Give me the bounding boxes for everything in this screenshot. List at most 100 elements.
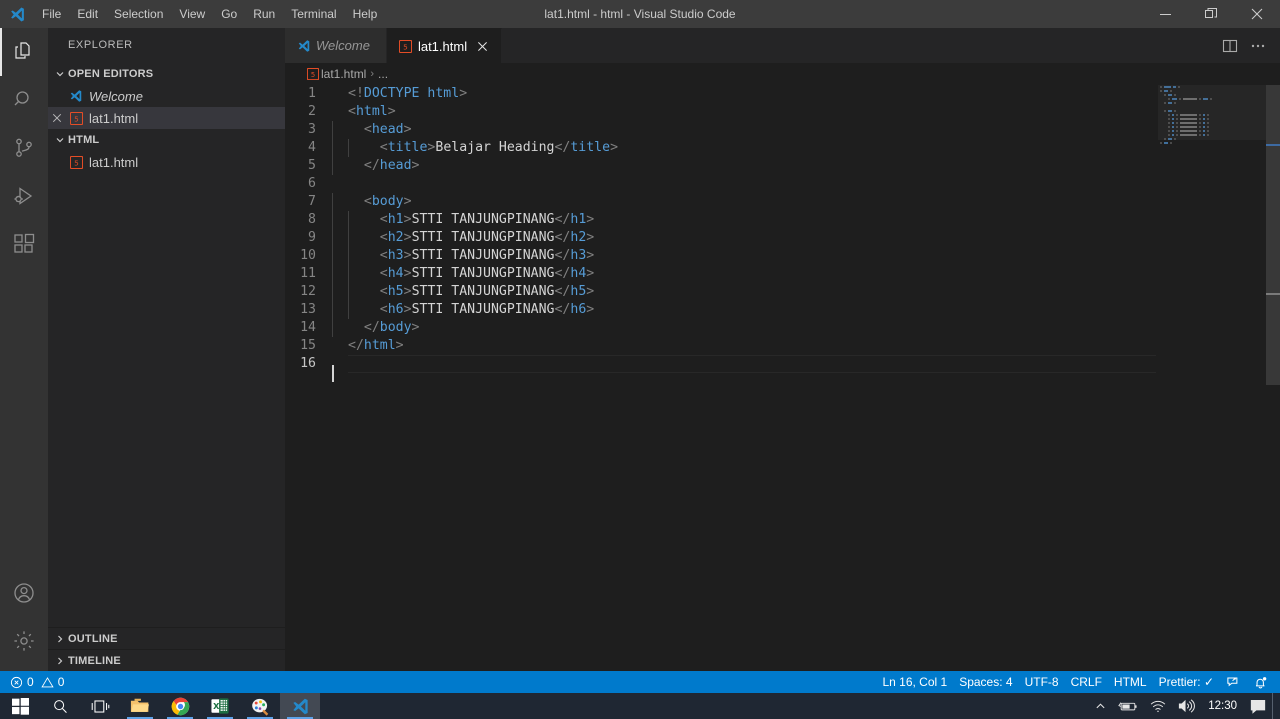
activity-search-icon[interactable] — [0, 76, 48, 124]
line-content[interactable]: <body> — [332, 193, 412, 211]
breadcrumb-file[interactable]: lat1.html — [321, 67, 366, 81]
sidebar-section-outline[interactable]: OUTLINE — [48, 627, 285, 649]
line-content[interactable]: <!DOCTYPE html> — [332, 85, 467, 103]
editor-position[interactable]: Ln 16, Col 1 — [876, 671, 953, 693]
editor-scrollbar[interactable] — [1266, 85, 1280, 671]
sidebar-section-html[interactable]: HTML — [48, 129, 285, 151]
code-line[interactable]: 9 <h2>STTI TANJUNGPINANG</h2> — [285, 229, 1280, 247]
scrollbar-thumb[interactable] — [1266, 85, 1280, 385]
start-button[interactable] — [0, 693, 40, 719]
menu-help[interactable]: Help — [345, 0, 386, 28]
activity-source-control-icon[interactable] — [0, 124, 48, 172]
code-line[interactable]: 15 </html> — [285, 337, 1280, 355]
code-line[interactable]: 14 </body> — [285, 319, 1280, 337]
code-line[interactable]: 8 <h1>STTI TANJUNGPINANG</h1> — [285, 211, 1280, 229]
code-line[interactable]: 11 <h4>STTI TANJUNGPINANG</h4> — [285, 265, 1280, 283]
code-line[interactable]: 3 <head> — [285, 121, 1280, 139]
show-hidden-icons[interactable] — [1089, 693, 1112, 719]
code-line[interactable]: 1 <!DOCTYPE html> — [285, 85, 1280, 103]
line-content[interactable]: <html> — [332, 103, 396, 121]
close-icon[interactable] — [473, 37, 491, 55]
code-editor[interactable]: 1 <!DOCTYPE html> 2 <html> 3 <head> 4 <title>… — [285, 85, 1280, 671]
minimap[interactable] — [1158, 85, 1266, 671]
file-item-lat1-html[interactable]: 5 lat1.html — [48, 151, 285, 173]
close-icon[interactable] — [48, 113, 66, 123]
open-editor-label: lat1.html — [89, 110, 139, 126]
open-editor-lat1-html[interactable]: 5 lat1.html — [48, 107, 285, 129]
editor-indentation[interactable]: Spaces: 4 — [953, 671, 1018, 693]
taskbar-vscode[interactable] — [280, 693, 320, 719]
taskbar-google-chrome[interactable] — [160, 693, 200, 719]
open-editor-welcome[interactable]: Welcome — [48, 85, 285, 107]
split-editor-icon[interactable] — [1216, 28, 1244, 63]
taskbar-file-explorer[interactable] — [120, 693, 160, 719]
code-line[interactable]: 12 <h5>STTI TANJUNGPINANG</h5> — [285, 283, 1280, 301]
menu-go[interactable]: Go — [213, 0, 245, 28]
line-content[interactable]: </head> — [332, 157, 420, 175]
line-content[interactable]: <h2>STTI TANJUNGPINANG</h2> — [332, 229, 594, 247]
wifi-icon[interactable] — [1144, 693, 1172, 719]
menu-file[interactable]: File — [34, 0, 69, 28]
line-content[interactable]: <h4>STTI TANJUNGPINANG</h4> — [332, 265, 594, 283]
volume-icon[interactable] — [1172, 693, 1201, 719]
sidebar-section-timeline[interactable]: TIMELINE — [48, 649, 285, 671]
notifications-bell-icon[interactable] — [1247, 671, 1274, 693]
editor-eol[interactable]: CRLF — [1065, 671, 1108, 693]
task-view-button[interactable] — [80, 693, 120, 719]
menu-edit[interactable]: Edit — [69, 0, 106, 28]
code-line[interactable]: 4 <title>Belajar Heading</title> — [285, 139, 1280, 157]
breadcrumb-trail[interactable]: ... — [378, 67, 388, 81]
tab-lat1-html[interactable]: 5 lat1.html — [386, 28, 503, 63]
menu-bar[interactable]: File Edit Selection View Go Run Terminal… — [34, 0, 385, 28]
line-content[interactable]: <title>Belajar Heading</title> — [332, 139, 618, 157]
indent-guide — [347, 265, 349, 283]
menu-terminal[interactable]: Terminal — [283, 0, 344, 28]
menu-run[interactable]: Run — [245, 0, 283, 28]
show-desktop-button[interactable] — [1272, 693, 1278, 719]
restore-icon[interactable] — [1188, 0, 1234, 28]
problems-status[interactable]: 0 0 — [4, 671, 70, 693]
search-button[interactable] — [40, 693, 80, 719]
minimap-slider[interactable] — [1158, 85, 1266, 140]
code-line[interactable]: 7 <body> — [285, 193, 1280, 211]
code-line[interactable]: 16 — [285, 355, 1280, 382]
sidebar-section-open-editors[interactable]: OPEN EDITORS — [48, 63, 285, 85]
taskbar-clock[interactable]: 12:30 — [1201, 693, 1244, 719]
tab-welcome[interactable]: Welcome — [285, 28, 387, 63]
line-content[interactable]: <h6>STTI TANJUNGPINANG</h6> — [332, 301, 594, 319]
gear-icon[interactable] — [0, 617, 48, 665]
line-content[interactable]: <h5>STTI TANJUNGPINANG</h5> — [332, 283, 594, 301]
battery-icon[interactable] — [1112, 693, 1144, 719]
menu-selection[interactable]: Selection — [106, 0, 171, 28]
code-line[interactable]: 6 — [285, 175, 1280, 193]
line-content[interactable]: <head> — [332, 121, 412, 139]
ellipsis-icon[interactable] — [1244, 28, 1272, 63]
notification-icon[interactable] — [1244, 693, 1272, 719]
window-controls[interactable] — [1142, 0, 1280, 28]
line-content[interactable]: </body> — [332, 319, 420, 337]
activity-explorer-icon[interactable] — [0, 28, 48, 76]
taskbar-paint[interactable] — [240, 693, 280, 719]
prettier-status[interactable]: Prettier: ✓ — [1153, 671, 1220, 693]
code-line[interactable]: 2 <html> — [285, 103, 1280, 121]
code-line[interactable]: 10 <h3>STTI TANJUNGPINANG</h3> — [285, 247, 1280, 265]
line-content[interactable]: <h1>STTI TANJUNGPINANG</h1> — [332, 211, 594, 229]
close-icon[interactable] — [1234, 0, 1280, 28]
activity-run-debug-icon[interactable] — [0, 172, 48, 220]
code-lines[interactable]: 1 <!DOCTYPE html> 2 <html> 3 <head> 4 <title>… — [285, 85, 1280, 382]
svg-text:X: X — [213, 701, 220, 711]
minimize-icon[interactable] — [1142, 0, 1188, 28]
line-content[interactable]: <h3>STTI TANJUNGPINANG</h3> — [332, 247, 594, 265]
code-line[interactable]: 13 <h6>STTI TANJUNGPINANG</h6> — [285, 301, 1280, 319]
taskbar-microsoft-excel[interactable]: X — [200, 693, 240, 719]
activity-extensions-icon[interactable] — [0, 220, 48, 268]
editor-language[interactable]: HTML — [1108, 671, 1153, 693]
account-icon[interactable] — [0, 569, 48, 617]
code-token: </ — [554, 302, 571, 317]
menu-view[interactable]: View — [171, 0, 213, 28]
indent-guide — [347, 139, 349, 157]
editor-encoding[interactable]: UTF-8 — [1019, 671, 1065, 693]
line-content[interactable]: </html> — [332, 337, 404, 355]
remote-window-icon[interactable] — [1220, 671, 1247, 693]
code-line[interactable]: 5 </head> — [285, 157, 1280, 175]
